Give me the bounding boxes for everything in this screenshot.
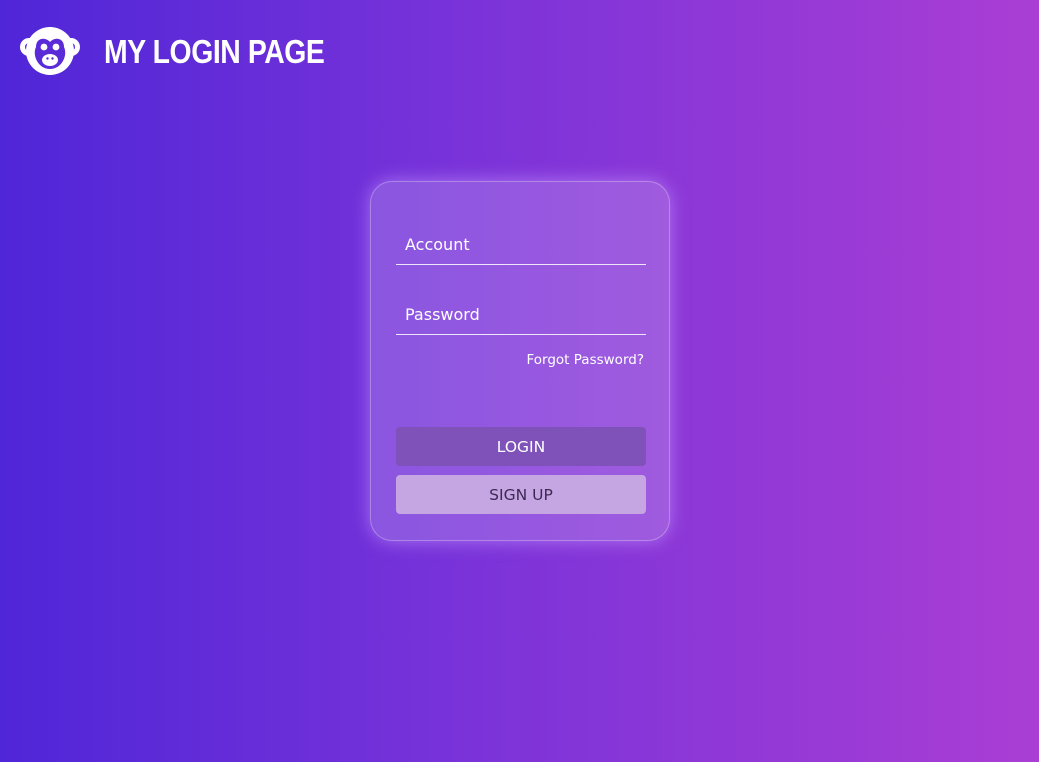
account-field-wrapper — [396, 225, 646, 265]
page-title: MY LOGIN PAGE — [104, 32, 325, 70]
password-input[interactable] — [396, 295, 646, 334]
account-input[interactable] — [396, 225, 646, 264]
site-header: MY LOGIN PAGE — [20, 24, 360, 78]
forgot-password-link[interactable]: Forgot Password? — [527, 352, 645, 368]
password-field-wrapper — [396, 295, 646, 335]
signup-button[interactable]: SIGN UP — [396, 475, 646, 514]
login-card: Forgot Password? LOGIN SIGN UP — [370, 181, 670, 541]
monkey-icon — [20, 27, 80, 75]
login-button[interactable]: LOGIN — [396, 427, 646, 466]
